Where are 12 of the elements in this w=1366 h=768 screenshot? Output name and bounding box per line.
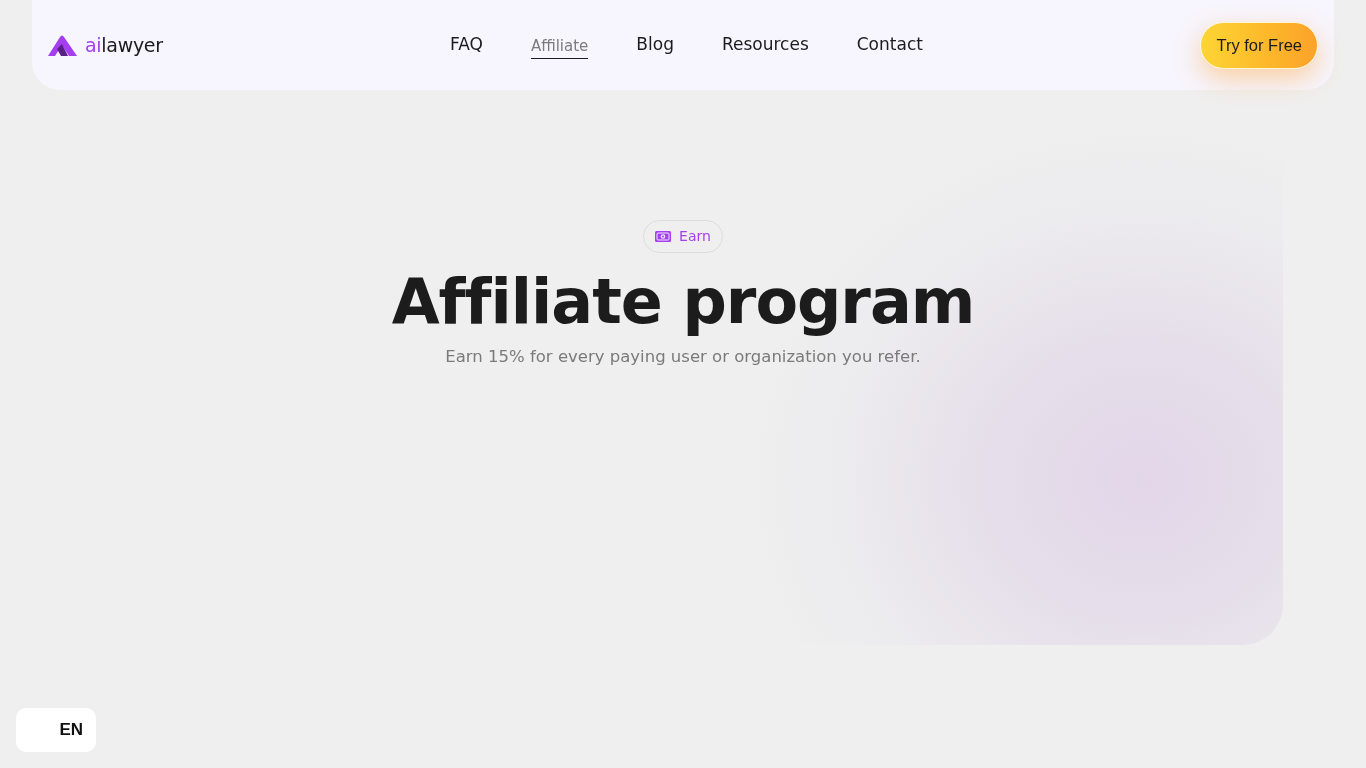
try-for-free-button[interactable]: Try for Free [1200, 21, 1318, 69]
logo-wordmark[interactable]: ailawyer [85, 35, 163, 55]
money-icon [655, 231, 672, 242]
nav-link[interactable]: Affiliate [530, 34, 589, 60]
nav-link[interactable]: Contact [856, 32, 923, 58]
language-button[interactable]: EN [16, 708, 96, 752]
nav-link[interactable]: FAQ [450, 32, 483, 58]
page-heading: Affiliate program [391, 265, 975, 340]
nav-link[interactable]: Blog [636, 32, 674, 58]
subtitle-text: Earn 15% for every paying user or organization you refer. [445, 346, 921, 369]
nav-link[interactable]: Resources [721, 32, 809, 58]
logo-icon [48, 34, 77, 56]
